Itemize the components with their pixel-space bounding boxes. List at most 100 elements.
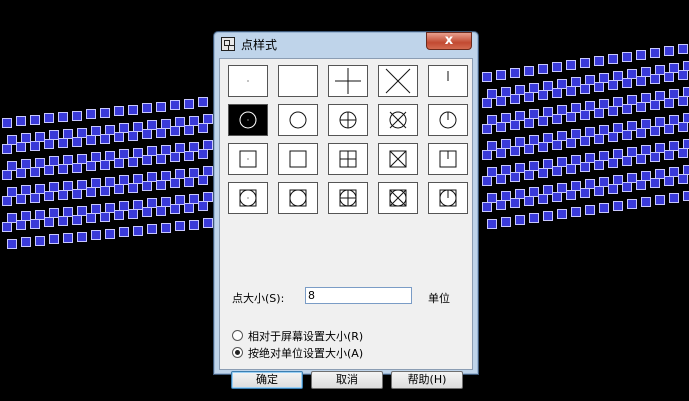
point-marker (170, 126, 180, 137)
point-marker (552, 61, 562, 72)
point-marker (594, 133, 604, 144)
point-style-option[interactable] (328, 143, 368, 175)
point-marker (156, 179, 166, 190)
point-marker (594, 185, 604, 196)
point-style-icon (439, 189, 457, 207)
point-marker (170, 152, 180, 163)
point-size-input[interactable]: 8 (305, 287, 412, 304)
point-marker (552, 139, 562, 150)
point-style-icon (339, 111, 357, 129)
point-style-option[interactable] (278, 65, 318, 97)
point-marker (664, 97, 674, 108)
point-marker (203, 218, 213, 229)
point-marker (608, 157, 618, 168)
point-marker (585, 204, 595, 215)
point-style-option[interactable] (378, 182, 418, 214)
point-marker (669, 192, 679, 203)
point-marker (77, 231, 87, 242)
point-marker (58, 137, 68, 148)
point-style-option[interactable] (428, 65, 468, 97)
title-bar[interactable]: 点样式 x (214, 32, 478, 56)
point-style-icon (389, 189, 407, 207)
point-marker (100, 159, 110, 170)
absolute-size-radio[interactable] (232, 347, 243, 358)
point-marker (86, 161, 96, 172)
point-style-option[interactable] (228, 143, 268, 175)
point-marker (128, 182, 138, 193)
point-style-option[interactable] (228, 104, 268, 136)
point-marker (142, 155, 152, 166)
point-marker (156, 127, 166, 138)
point-marker (524, 143, 534, 154)
point-marker (86, 109, 96, 120)
point-marker (524, 65, 534, 76)
point-style-option[interactable] (228, 65, 268, 97)
point-style-option[interactable] (378, 65, 418, 97)
point-style-option[interactable] (328, 65, 368, 97)
point-marker (496, 173, 506, 184)
point-marker (128, 208, 138, 219)
point-marker (72, 162, 82, 173)
point-marker (175, 221, 185, 232)
point-marker (566, 163, 576, 174)
point-style-icon (289, 189, 307, 207)
point-marker (16, 116, 26, 127)
point-marker (100, 211, 110, 222)
point-style-option[interactable] (428, 182, 468, 214)
point-marker (566, 189, 576, 200)
point-style-option[interactable] (278, 182, 318, 214)
point-marker (496, 121, 506, 132)
point-style-option[interactable] (428, 143, 468, 175)
point-marker (552, 113, 562, 124)
ok-button[interactable]: 确定 (231, 371, 303, 389)
point-marker (114, 106, 124, 117)
point-marker (566, 59, 576, 70)
point-style-icon (339, 189, 357, 207)
point-marker (496, 69, 506, 80)
point-marker (184, 202, 194, 213)
help-button[interactable]: 帮助(H) (391, 371, 463, 389)
point-marker (72, 188, 82, 199)
point-style-option[interactable] (278, 143, 318, 175)
point-marker (184, 98, 194, 109)
point-marker (482, 175, 492, 186)
point-style-option[interactable] (328, 182, 368, 214)
point-marker (678, 43, 688, 54)
point-marker (622, 51, 632, 62)
close-button[interactable]: x (426, 32, 472, 50)
point-marker (580, 83, 590, 94)
point-style-option[interactable] (228, 182, 268, 214)
point-marker (100, 107, 110, 118)
point-marker (142, 129, 152, 140)
point-marker (133, 225, 143, 236)
point-marker (552, 87, 562, 98)
point-marker (30, 114, 40, 125)
point-marker (524, 169, 534, 180)
point-style-option[interactable] (278, 104, 318, 136)
cancel-button[interactable]: 取消 (311, 371, 383, 389)
point-marker (538, 193, 548, 204)
point-style-option[interactable] (378, 143, 418, 175)
point-marker (198, 149, 208, 160)
point-marker (482, 123, 492, 134)
point-marker (510, 197, 520, 208)
absolute-size-label[interactable]: 按绝对单位设置大小(A) (248, 345, 363, 361)
relative-size-label[interactable]: 相对于屏幕设置大小(R) (248, 328, 363, 344)
point-marker (2, 169, 12, 180)
relative-size-radio[interactable] (232, 330, 243, 341)
point-marker (170, 178, 180, 189)
point-marker (650, 125, 660, 136)
point-marker (161, 222, 171, 233)
point-marker (557, 208, 567, 219)
point-marker (538, 89, 548, 100)
point-marker (189, 219, 199, 230)
point-marker (650, 47, 660, 58)
point-marker (636, 49, 646, 60)
point-marker (7, 238, 17, 249)
point-style-option[interactable] (328, 104, 368, 136)
point-marker (44, 217, 54, 228)
point-marker (622, 103, 632, 114)
point-marker (543, 210, 553, 221)
point-style-option[interactable] (378, 104, 418, 136)
point-style-option[interactable] (428, 104, 468, 136)
